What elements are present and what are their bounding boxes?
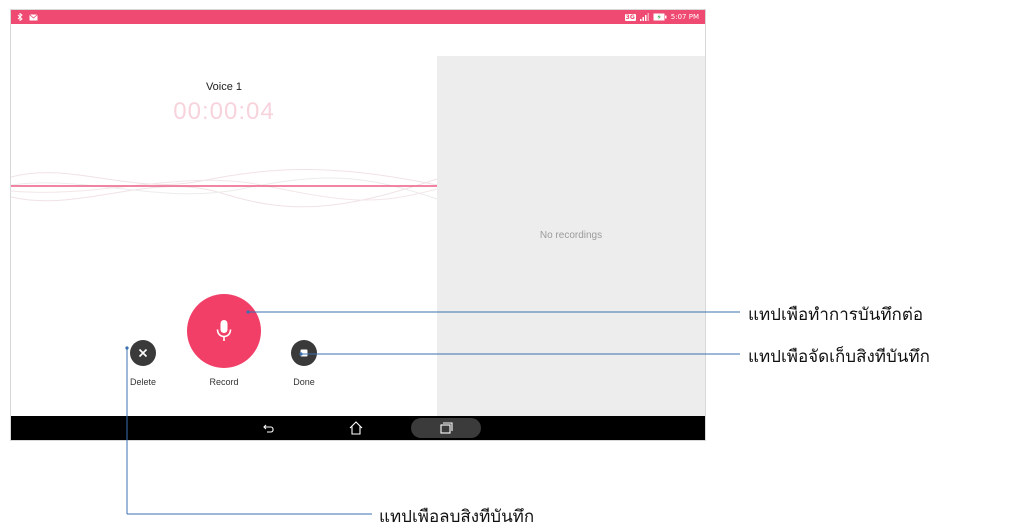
record-callout: แทปเพือทำการบันทึกต่อ (748, 305, 924, 325)
delete-callout: แทปเพือลบสิงทีบันทึก (379, 507, 535, 527)
callout-lines (125, 310, 740, 515)
done-callout: แทปเพือจัดเก็บสิงทีบันทึก (748, 347, 930, 367)
